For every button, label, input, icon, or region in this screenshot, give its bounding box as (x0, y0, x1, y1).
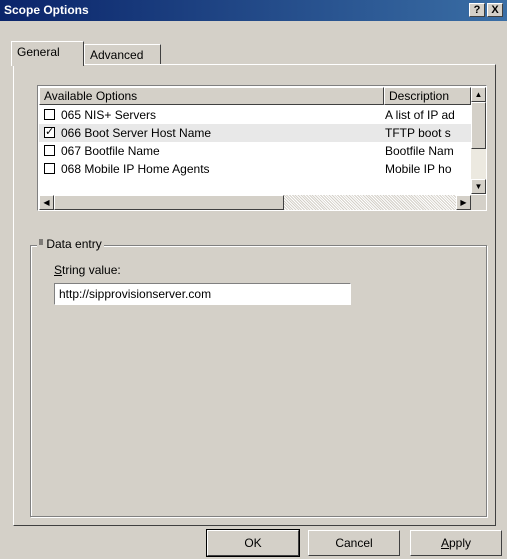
list-item[interactable]: ✓ 066 Boot Server Host Name TFTP boot s (39, 124, 471, 142)
list-item[interactable]: 068 Mobile IP Home Agents Mobile IP ho (39, 160, 471, 178)
scrollbar-corner (471, 195, 486, 210)
arrow-down-icon: ▼ (474, 182, 483, 191)
option-name: 065 NIS+ Servers (61, 108, 157, 122)
checkmark-icon: ✓ (45, 126, 55, 138)
column-header-description[interactable]: Description (384, 87, 471, 105)
string-value-input[interactable] (54, 283, 351, 305)
option-description: TFTP boot s (385, 126, 451, 140)
option-description: Bootfile Nam (385, 144, 454, 158)
apply-button[interactable]: Apply (410, 530, 502, 556)
help-button[interactable]: ? (469, 3, 485, 17)
option-name: 066 Boot Server Host Name (61, 126, 212, 140)
option-description: A list of IP ad (385, 108, 455, 122)
tab-advanced-label: Advanced (90, 48, 144, 62)
data-entry-label: ᴵᴵ Data entry (37, 237, 104, 251)
option-checkbox[interactable] (44, 145, 55, 156)
scroll-right-button[interactable]: ▶ (456, 195, 471, 210)
list-item[interactable]: 065 NIS+ Servers A list of IP ad (39, 106, 471, 124)
option-checkbox[interactable] (44, 163, 55, 174)
string-value-label: String value: (54, 263, 121, 277)
arrow-up-icon: ▲ (474, 90, 483, 99)
scroll-up-button[interactable]: ▲ (471, 87, 486, 102)
vertical-scroll-thumb[interactable] (471, 102, 486, 149)
help-icon: ? (473, 4, 481, 16)
cancel-button[interactable]: Cancel (308, 530, 400, 556)
tab-general[interactable]: General (11, 41, 84, 66)
available-options-list[interactable]: Available Options Description 065 NIS+ S… (37, 85, 487, 211)
tab-advanced[interactable]: Advanced (84, 44, 161, 65)
horizontal-scroll-track[interactable] (284, 195, 456, 210)
close-icon: X (491, 4, 499, 16)
option-name: 068 Mobile IP Home Agents (61, 162, 210, 176)
horizontal-scrollbar[interactable]: ◀ ▶ (39, 195, 471, 210)
list-item[interactable]: 067 Bootfile Name Bootfile Nam (39, 142, 471, 160)
scope-options-dialog: Scope Options ? X General Advanced Avail… (0, 0, 507, 559)
option-name: 067 Bootfile Name (61, 144, 160, 158)
vertical-scrollbar[interactable]: ▲ ▼ (471, 87, 486, 194)
list-header: Available Options Description (39, 87, 485, 105)
arrow-left-icon: ◀ (43, 198, 50, 207)
horizontal-scroll-thumb[interactable] (54, 195, 284, 210)
tab-general-label: General (17, 45, 60, 59)
scroll-left-button[interactable]: ◀ (39, 195, 54, 210)
option-checkbox[interactable]: ✓ (44, 127, 55, 138)
window-title: Scope Options (4, 3, 89, 17)
close-button[interactable]: X (487, 3, 503, 17)
column-header-available-options[interactable]: Available Options (39, 87, 384, 105)
option-checkbox[interactable] (44, 109, 55, 120)
title-bar[interactable]: Scope Options ? X (0, 0, 507, 21)
scroll-down-button[interactable]: ▼ (471, 179, 486, 194)
arrow-right-icon: ▶ (460, 198, 467, 207)
ok-button[interactable]: OK (206, 529, 300, 557)
option-description: Mobile IP ho (385, 162, 452, 176)
